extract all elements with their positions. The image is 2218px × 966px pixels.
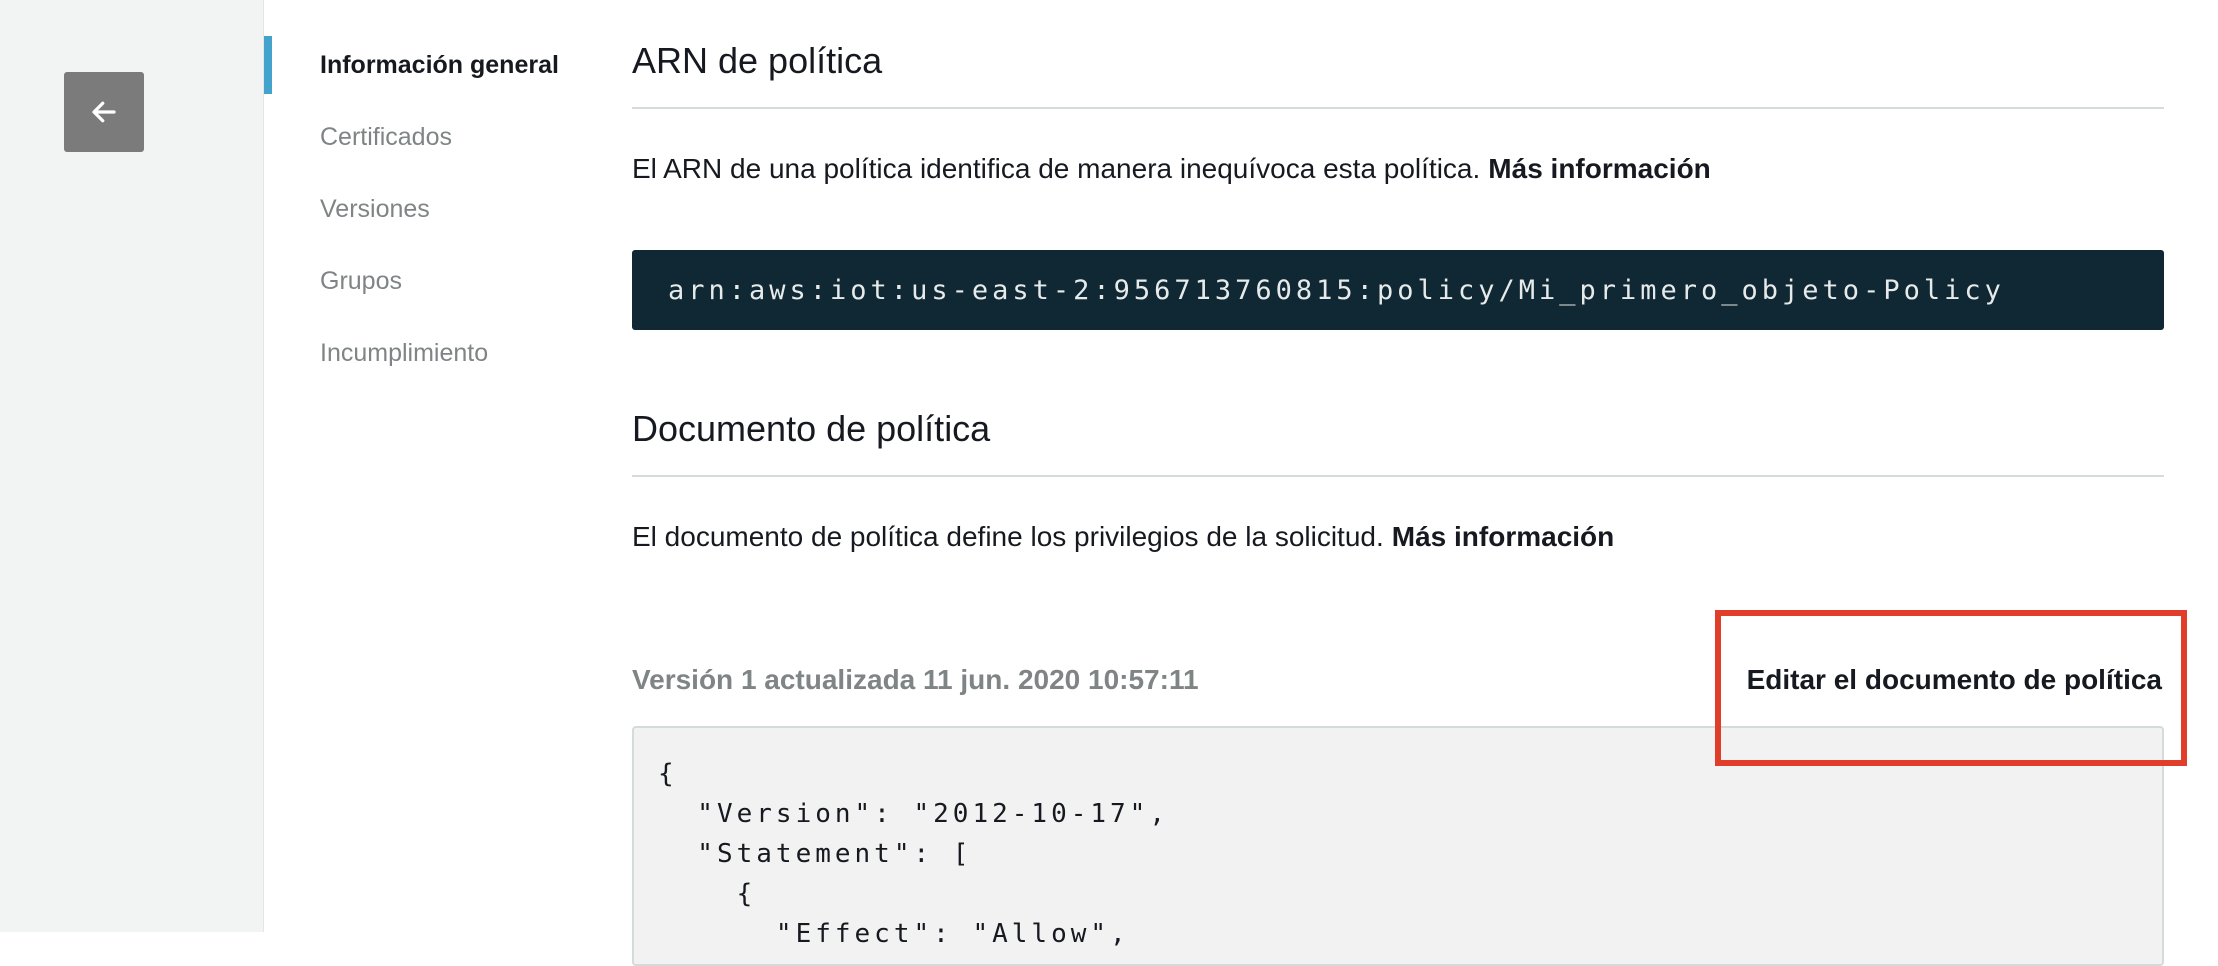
arn-value-box: arn:aws:iot:us-east-2:956713760815:polic… bbox=[632, 250, 2164, 330]
arn-more-info-link[interactable]: Más información bbox=[1488, 153, 1710, 184]
nav-item-label: Certificados bbox=[320, 122, 452, 151]
document-description: El documento de política define los priv… bbox=[632, 521, 1614, 553]
nav-item-incumplimiento[interactable]: Incumplimiento bbox=[264, 324, 584, 382]
version-label: Versión 1 actualizada 11 jun. 2020 10:57… bbox=[632, 664, 1199, 695]
nav-item-informacion-general[interactable]: Información general bbox=[264, 36, 584, 94]
arrow-left-icon bbox=[92, 101, 116, 123]
document-description-text: El documento de política define los priv… bbox=[632, 521, 1384, 552]
nav-item-versiones[interactable]: Versiones bbox=[264, 180, 584, 238]
code-line: "Version": "2012-10-17", bbox=[658, 799, 1169, 829]
arn-description: El ARN de una política identifica de man… bbox=[632, 153, 1711, 185]
nav-item-label: Información general bbox=[320, 50, 559, 79]
left-rail bbox=[0, 0, 264, 932]
code-line: { bbox=[658, 759, 678, 789]
policy-document-code: { "Version": "2012-10-17", "Statement": … bbox=[632, 726, 2164, 966]
code-line: "Statement": [ bbox=[658, 839, 973, 869]
document-more-info-link[interactable]: Más información bbox=[1392, 521, 1614, 552]
arn-section-title: ARN de política bbox=[632, 40, 883, 81]
nav-item-label: Versiones bbox=[320, 194, 430, 223]
nav-item-label: Incumplimiento bbox=[320, 338, 489, 367]
nav-item-label: Grupos bbox=[320, 266, 402, 295]
code-line: { bbox=[658, 879, 757, 909]
nav-item-certificados[interactable]: Certificados bbox=[264, 108, 584, 166]
arn-section-divider bbox=[632, 107, 2164, 109]
arn-description-text: El ARN de una política identifica de man… bbox=[632, 153, 1481, 184]
edit-policy-document-link[interactable]: Editar el documento de política bbox=[1747, 664, 2162, 696]
back-button[interactable] bbox=[64, 72, 144, 152]
code-line: "Effect": "Allow", bbox=[658, 919, 1130, 949]
nav-item-grupos[interactable]: Grupos bbox=[264, 252, 584, 310]
arn-value: arn:aws:iot:us-east-2:956713760815:polic… bbox=[668, 274, 2005, 306]
document-section-divider bbox=[632, 475, 2164, 477]
document-section-title: Documento de política bbox=[632, 408, 991, 449]
side-nav: Información general Certificados Version… bbox=[264, 36, 584, 396]
